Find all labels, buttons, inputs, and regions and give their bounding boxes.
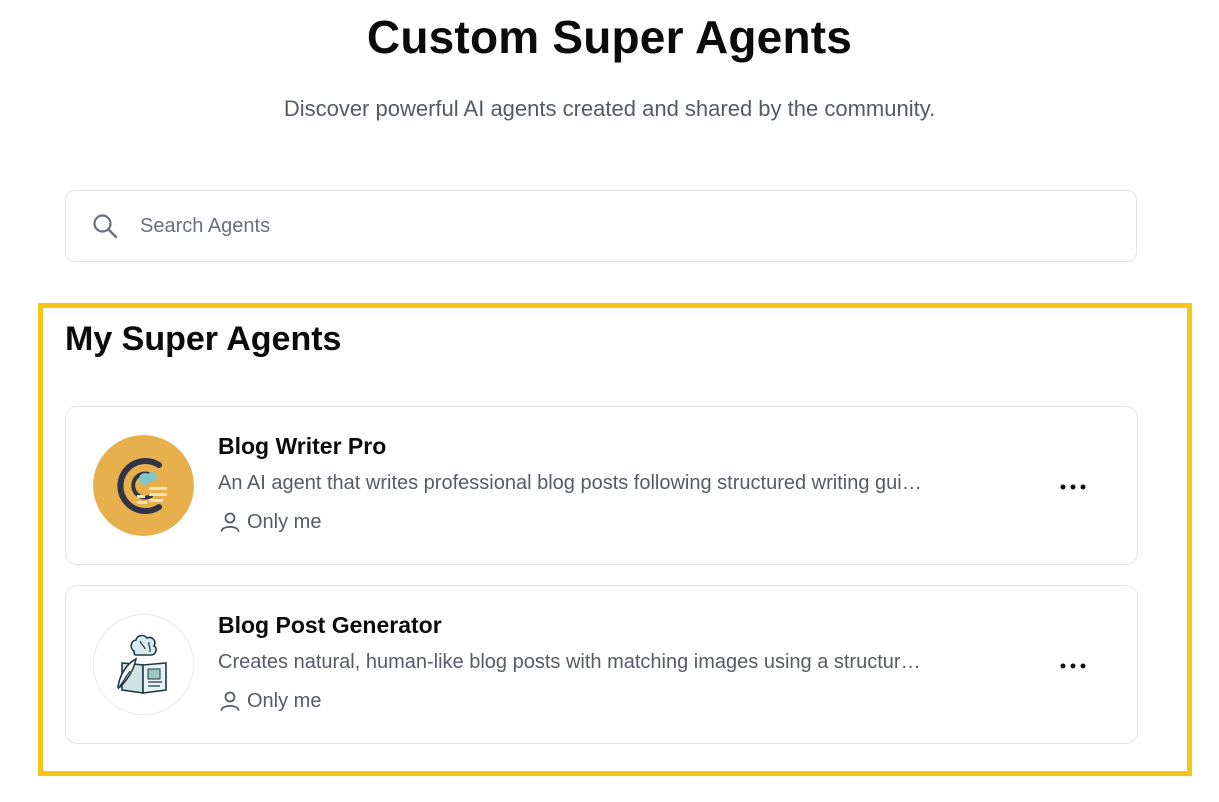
- page-title: Custom Super Agents: [366, 11, 853, 63]
- agent-name: Blog Post Generator: [218, 612, 442, 638]
- more-horizontal-icon: [1060, 663, 1086, 669]
- visibility-label: Only me: [247, 510, 322, 533]
- agent-visibility: Only me: [218, 510, 321, 534]
- page-subtitle: Discover powerful AI agents created and …: [283, 96, 936, 121]
- search-bar[interactable]: [65, 190, 1137, 262]
- agent-card-blog-post-generator[interactable]: Blog Post Generator Creates natural, hum…: [65, 585, 1138, 744]
- user-icon: [218, 689, 242, 713]
- search-input[interactable]: [140, 206, 1040, 246]
- agent-name: Blog Writer Pro: [218, 433, 387, 459]
- brain-book-quill-icon: [94, 615, 193, 714]
- agent-card-blog-writer-pro[interactable]: Blog Writer Pro An AI agent that writes …: [65, 406, 1138, 565]
- agent-description: Creates natural, human-like blog posts w…: [218, 651, 930, 673]
- agent-visibility: Only me: [218, 689, 321, 713]
- agent-description: An AI agent that writes professional blo…: [218, 472, 930, 494]
- more-horizontal-icon: [1060, 484, 1086, 490]
- agent-avatar: [93, 614, 194, 715]
- user-icon: [218, 510, 242, 534]
- more-options-button[interactable]: [1053, 467, 1093, 507]
- page: Custom Super Agents Discover powerful AI…: [0, 0, 1219, 802]
- search-icon: [90, 211, 120, 241]
- section-title: My Super Agents: [65, 320, 342, 358]
- agent-avatar: [93, 435, 194, 536]
- visibility-label: Only me: [247, 689, 322, 712]
- writer-brain-icon: [93, 435, 194, 536]
- more-options-button[interactable]: [1053, 646, 1093, 686]
